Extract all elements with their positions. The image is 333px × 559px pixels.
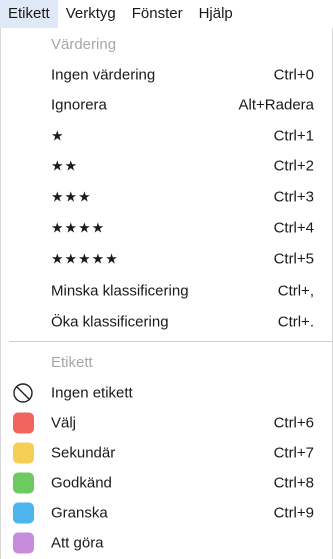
menu-item-shortcut: Ctrl+0 [273,66,314,84]
menu-item-shortcut: Ctrl+5 [273,250,314,268]
menu-item-no-label[interactable]: Ingen etikett [1,378,332,408]
menu-item-rating-5[interactable]: ★★★★★ Ctrl+5 [1,244,332,274]
menu-item-shortcut: Ctrl+1 [273,127,314,145]
menu-item-ignore[interactable]: Ignorera Alt+Radera [1,90,332,120]
menu-item-label: Öka klassificering [51,313,169,331]
menu-item-increase-rating[interactable]: Öka klassificering Ctrl+. [1,307,332,337]
menu-item-rating-3[interactable]: ★★★ Ctrl+3 [1,182,332,212]
no-label-icon [13,383,33,403]
label-section-header: Etikett [51,354,93,371]
menu-item-label-select[interactable]: Välj Ctrl+6 [1,408,332,438]
menu-item-rating-2[interactable]: ★★ Ctrl+2 [1,151,332,181]
menu-item-label: Ignorera [51,96,107,114]
menu-item-label: Granska [51,504,108,522]
menu-item-label-approved[interactable]: Godkänd Ctrl+8 [1,468,332,498]
menu-item-label-review[interactable]: Granska Ctrl+9 [1,498,332,528]
menu-item-label: Godkänd [51,474,112,492]
star-rating-label: ★ [51,127,65,144]
menu-item-label-secondary[interactable]: Sekundär Ctrl+7 [1,438,332,468]
green-swatch-icon [13,472,34,494]
red-swatch-icon [13,412,34,434]
menu-item-shortcut: Ctrl+8 [273,474,314,492]
menu-item-shortcut: Ctrl+7 [273,444,314,462]
menu-item-rating-4[interactable]: ★★★★ Ctrl+4 [1,213,332,243]
menu-verktyg[interactable]: Verktyg [58,0,124,28]
menu-item-shortcut: Ctrl+2 [273,157,314,175]
menu-item-no-rating[interactable]: Ingen värdering Ctrl+0 [1,60,332,90]
star-rating-label: ★★★★ [51,219,106,236]
menu-item-shortcut: Ctrl+9 [273,504,314,522]
menu-item-shortcut: Ctrl+4 [273,219,314,237]
menu-item-shortcut: Ctrl+6 [273,414,314,432]
menu-item-label: Välj [51,414,77,432]
menu-item-label: Ingen värdering [51,66,156,84]
menu-item-label: Minska klassificering [51,282,189,300]
menu-bar: Etikett Verktyg Fönster Hjälp [0,0,333,28]
menu-item-shortcut: Ctrl+, [277,282,314,300]
menu-fonster[interactable]: Fönster [124,0,191,28]
star-rating-label: ★★ [51,157,79,174]
menu-item-shortcut: Ctrl+. [277,313,314,331]
menu-hjalp[interactable]: Hjälp [191,0,241,28]
menu-item-label: Ingen etikett [51,384,133,402]
menu-item-label: Sekundär [51,444,116,462]
yellow-swatch-icon [13,442,34,464]
menu-item-shortcut: Ctrl+3 [273,188,314,206]
star-rating-label: ★★★★★ [51,250,119,267]
purple-swatch-icon [13,532,34,554]
menu-item-label: Att göra [51,534,104,552]
etikett-dropdown-menu: Värdering Ingen värdering Ctrl+0 Ignorer… [0,28,333,559]
menu-item-rating-1[interactable]: ★ Ctrl+1 [1,121,332,151]
menu-item-label-todo[interactable]: Att göra [1,528,332,558]
menu-etikett[interactable]: Etikett [0,0,58,28]
menu-divider [9,341,333,342]
star-rating-label: ★★★ [51,188,92,205]
menu-item-shortcut: Alt+Radera [238,96,314,114]
menu-item-decrease-rating[interactable]: Minska klassificering Ctrl+, [1,276,332,306]
blue-swatch-icon [13,502,34,524]
rating-section-header: Värdering [51,36,117,53]
